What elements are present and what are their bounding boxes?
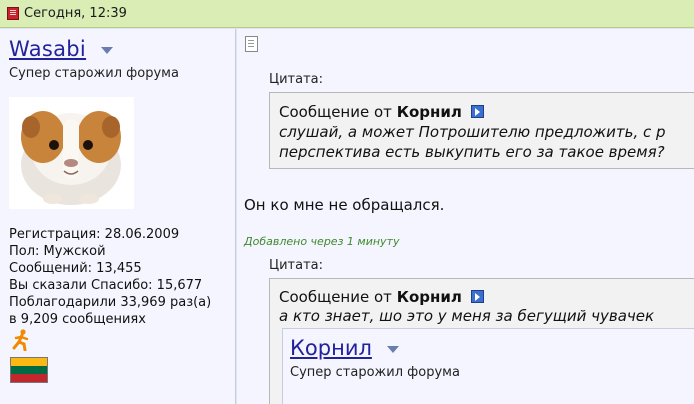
nested-username-link[interactable]: Корнил bbox=[290, 336, 372, 360]
quote-prefix: Сообщение от bbox=[279, 288, 392, 306]
quote-label: Цитата: bbox=[269, 258, 323, 273]
flag-stripe-bottom bbox=[11, 373, 47, 382]
quote-block: Сообщение от Корнил слушай, а может Потр… bbox=[269, 92, 694, 169]
user-info-panel: Wasabi Супер старожил форума Регистрация… bbox=[0, 29, 236, 404]
post-document-icon bbox=[245, 36, 258, 52]
stat-thanked-posts: в 9,209 сообщениях bbox=[9, 312, 146, 327]
flag-stripe-top bbox=[11, 358, 47, 366]
post-message-text: Он ко мне не обращался. bbox=[244, 196, 445, 214]
quote-block: Сообщение от Корнил а кто знает, шо это … bbox=[269, 278, 694, 404]
stat-thanks-given: Вы сказали Спасибо: 15,677 bbox=[9, 278, 203, 293]
stat-registration: Регистрация: 28.06.2009 bbox=[9, 227, 180, 242]
flag-stripe-middle bbox=[11, 365, 47, 374]
post-body: Цитата: Сообщение от Корнил слушай, а мо… bbox=[237, 29, 694, 404]
quote-header: Сообщение от Корнил bbox=[279, 103, 484, 121]
username-link[interactable]: Wasabi bbox=[9, 37, 86, 61]
stat-posts: Сообщений: 13,455 bbox=[9, 261, 142, 276]
stat-gender: Пол: Мужской bbox=[9, 244, 106, 259]
user-stats: Регистрация: 28.06.2009 Пол: Мужской Соо… bbox=[9, 226, 211, 328]
view-post-icon[interactable] bbox=[470, 290, 484, 303]
user-title: Супер старожил форума bbox=[9, 66, 179, 81]
post-date: Сегодня, 12:39 bbox=[24, 6, 127, 21]
quote-header: Сообщение от Корнил bbox=[279, 288, 484, 306]
running-man-icon bbox=[12, 329, 29, 351]
view-post-icon[interactable] bbox=[470, 105, 484, 118]
quote-prefix: Сообщение от bbox=[279, 103, 392, 121]
quote-label: Цитата: bbox=[269, 72, 323, 87]
stat-thanked: Поблагодарили 33,969 раз(а) bbox=[9, 295, 212, 310]
nested-user-card: Корнил Супер старожил форума bbox=[282, 328, 694, 404]
quote-text: а кто знает, шо это у меня за бегущий чу… bbox=[279, 307, 655, 325]
post-header: Сегодня, 12:39 bbox=[0, 0, 694, 28]
user-menu-arrow-icon[interactable] bbox=[101, 47, 113, 54]
quote-line: перспектива есть выкупить его за такое в… bbox=[279, 143, 665, 161]
quote-author: Корнил bbox=[396, 288, 462, 306]
quote-author: Корнил bbox=[396, 103, 462, 121]
quote-line: слушай, а может Потрошителю предложить, … bbox=[279, 123, 666, 141]
country-flag-icon bbox=[10, 357, 48, 383]
nested-user-title: Супер старожил форума bbox=[290, 365, 460, 380]
nested-user-menu-arrow-icon[interactable] bbox=[387, 346, 399, 353]
quote-text: слушай, а может Потрошителю предложить, … bbox=[279, 122, 666, 162]
post-status-icon bbox=[7, 7, 19, 20]
added-note: Добавлено через 1 минуту bbox=[244, 235, 400, 248]
avatar bbox=[9, 97, 134, 209]
